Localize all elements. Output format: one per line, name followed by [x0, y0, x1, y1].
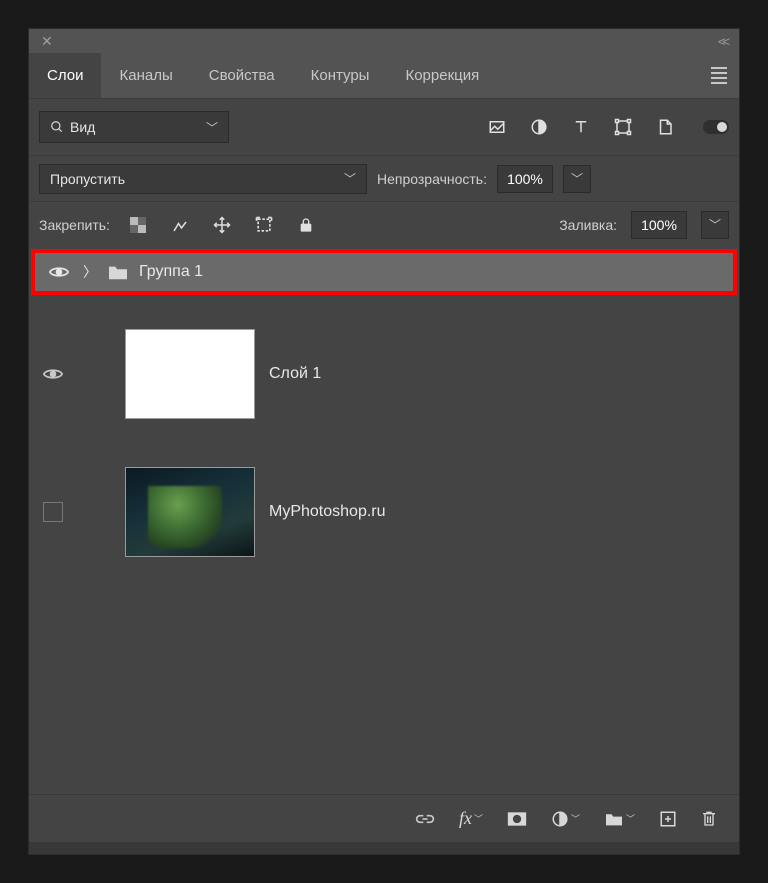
filter-adjustment-icon[interactable] — [525, 113, 553, 141]
opacity-value[interactable]: 100% — [497, 165, 553, 193]
filter-pixel-icon[interactable] — [483, 113, 511, 141]
group-name[interactable]: Группа 1 — [139, 263, 203, 281]
opacity-label: Непрозрачность: — [377, 171, 487, 187]
fill-label: Заливка: — [559, 217, 617, 233]
tab-layers[interactable]: Слои — [29, 53, 101, 98]
lock-all-icon[interactable] — [292, 211, 320, 239]
layer-group-row[interactable]: 〉 Группа 1 — [31, 249, 737, 295]
collapse-icon[interactable]: << — [718, 34, 727, 49]
blend-mode-dropdown[interactable]: Пропустить ﹀ — [39, 164, 367, 194]
panel-tabs: Слои Каналы Свойства Контуры Коррекция — [29, 53, 739, 99]
fill-stepper[interactable]: ﹀ — [701, 211, 729, 239]
layer-name[interactable]: MyPhotoshop.ru — [269, 503, 386, 521]
panel-titlebar: ✕ << — [29, 29, 739, 53]
visibility-toggle-empty[interactable] — [43, 502, 63, 522]
bottom-scrollbar[interactable] — [29, 842, 739, 854]
layers-panel: ✕ << Слои Каналы Свойства Контуры Коррек… — [28, 28, 740, 855]
lock-transparency-icon[interactable] — [124, 211, 152, 239]
fill-value[interactable]: 100% — [631, 211, 687, 239]
filter-toggle[interactable] — [703, 120, 729, 134]
lock-position-icon[interactable] — [208, 211, 236, 239]
chevron-down-icon: ﹀ — [206, 119, 218, 136]
visibility-icon[interactable] — [43, 367, 63, 381]
new-group-icon[interactable]: ﹀ — [604, 811, 635, 827]
chevron-down-icon: ﹀ — [344, 170, 356, 187]
new-layer-icon[interactable] — [659, 810, 677, 828]
layer-thumbnail[interactable] — [125, 467, 255, 557]
visibility-icon[interactable] — [49, 265, 69, 279]
lock-label: Закрепить: — [39, 217, 110, 233]
tab-properties[interactable]: Свойства — [191, 53, 293, 98]
kind-label: Вид — [70, 119, 95, 135]
filter-shape-icon[interactable] — [609, 113, 637, 141]
layers-footer: fx﹀ ﹀ ﹀ — [29, 794, 739, 842]
lock-image-icon[interactable] — [166, 211, 194, 239]
layer-thumbnail[interactable] — [125, 329, 255, 419]
layer-name[interactable]: Слой 1 — [269, 365, 321, 383]
close-icon[interactable]: ✕ — [41, 33, 53, 50]
filter-smartobject-icon[interactable] — [651, 113, 679, 141]
layer-style-icon[interactable]: fx﹀ — [459, 808, 483, 829]
folder-icon — [107, 263, 129, 281]
kind-dropdown[interactable]: Вид ﹀ — [39, 111, 229, 143]
lock-toolbar: Закрепить: Заливка: 100% ﹀ — [29, 201, 739, 247]
filter-toolbar: Вид ﹀ — [29, 99, 739, 155]
tab-channels[interactable]: Каналы — [101, 53, 190, 98]
blend-toolbar: Пропустить ﹀ Непрозрачность: 100% ﹀ — [29, 155, 739, 201]
layer-row[interactable]: MyPhotoshop.ru — [29, 453, 739, 571]
search-icon — [50, 120, 64, 134]
lock-artboard-icon[interactable] — [250, 211, 278, 239]
expand-icon[interactable]: 〉 — [83, 262, 97, 282]
tab-adjustments[interactable]: Коррекция — [387, 53, 497, 98]
layer-row[interactable]: Слой 1 — [29, 315, 739, 433]
opacity-stepper[interactable]: ﹀ — [563, 165, 591, 193]
layers-list: 〉 Группа 1 Слой 1 MyPhotoshop.ru — [29, 247, 739, 794]
link-layers-icon[interactable] — [415, 812, 435, 826]
panel-menu-icon[interactable] — [711, 53, 727, 98]
filter-type-icon[interactable] — [567, 113, 595, 141]
layer-mask-icon[interactable] — [507, 811, 527, 827]
adjustment-layer-icon[interactable]: ﹀ — [551, 810, 580, 828]
blend-label: Пропустить — [50, 171, 125, 187]
tab-paths[interactable]: Контуры — [293, 53, 388, 98]
delete-layer-icon[interactable] — [701, 810, 717, 828]
